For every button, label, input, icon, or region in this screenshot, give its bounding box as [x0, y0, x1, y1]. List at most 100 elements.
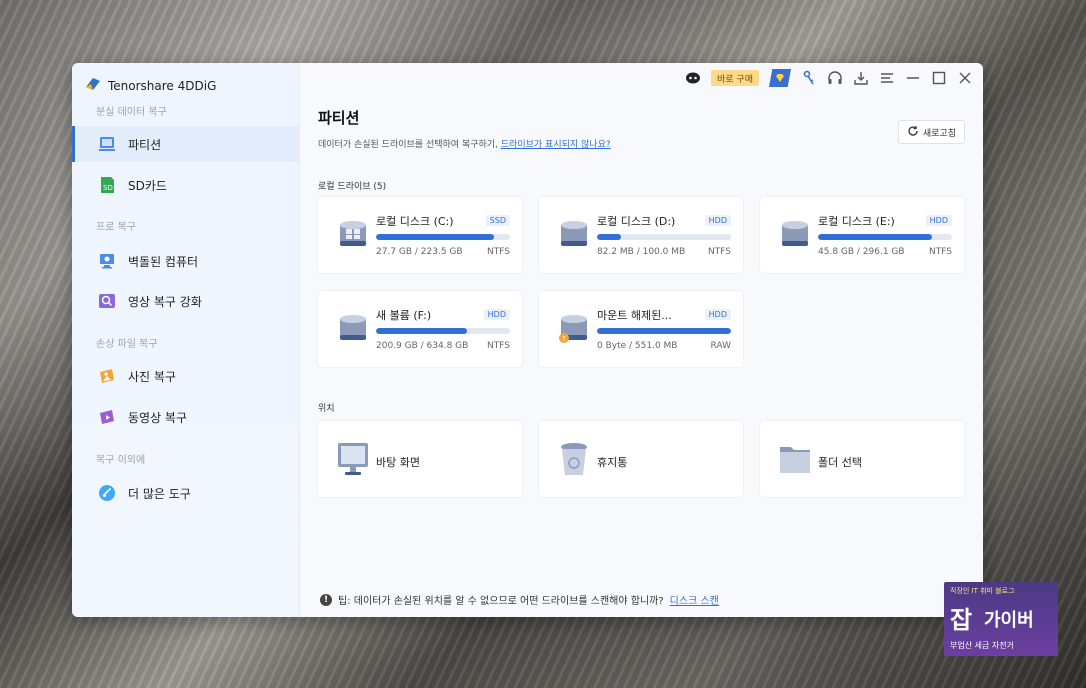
- drive-size: 45.8 GB / 296.1 GB: [818, 247, 905, 257]
- drive-usage-bar: [376, 234, 510, 240]
- section-label-pro: 프로 복구: [96, 222, 136, 233]
- watermark-big: 잡: [950, 606, 973, 634]
- hard-drive-icon: [336, 217, 370, 251]
- drive-name: 로컬 디스크 (C:): [376, 215, 454, 228]
- video-icon: [98, 408, 116, 426]
- drive-type-badge: HDD: [704, 215, 731, 226]
- drive-name: 마운트 해제된...: [597, 309, 672, 322]
- sidebar-item-label: 더 많은 도구: [128, 486, 191, 501]
- info-icon: !: [320, 593, 332, 606]
- drive-card-unmounted[interactable]: ? 마운트 해제된... HDD 0 Byte / 551.0 MB RAW: [539, 291, 743, 367]
- svg-text:SD: SD: [103, 184, 113, 192]
- hard-drive-icon: [336, 311, 370, 345]
- sidebar: Tenorshare 4DDiG 분실 데이터 복구 파티션 SD SD카드 프…: [72, 63, 300, 617]
- watermark-big2: 가이버: [984, 610, 1034, 631]
- sidebar-item-video-repair[interactable]: 영상 복구 강화: [72, 283, 299, 319]
- drive-usage-bar: [376, 328, 510, 334]
- sidebar-item-bricked-computer[interactable]: 벽돌된 컴퓨터: [72, 243, 299, 279]
- drive-usage-bar: [818, 234, 952, 240]
- drive-name: 새 볼륨 (F:): [376, 309, 432, 322]
- watermark-top: 직장인 IT 취미 블로그: [950, 587, 1015, 595]
- download-icon[interactable]: [853, 70, 869, 86]
- drive-card-c[interactable]: 로컬 디스크 (C:) SSD 27.7 GB / 223.5 GB NTFS: [318, 197, 522, 273]
- sd-card-icon: SD: [98, 176, 116, 194]
- hard-drive-icon: [557, 217, 591, 251]
- menu-icon[interactable]: [879, 70, 895, 86]
- sidebar-item-photo-repair[interactable]: 사진 복구: [72, 358, 299, 394]
- drive-card-e[interactable]: 로컬 디스크 (E:) HDD 45.8 GB / 296.1 GB NTFS: [760, 197, 964, 273]
- location-card-recycle-bin[interactable]: 휴지통: [539, 421, 743, 497]
- minimize-icon[interactable]: [905, 70, 921, 86]
- location-card-folder[interactable]: 폴더 선택: [760, 421, 964, 497]
- page-title: 파티션: [318, 109, 360, 127]
- sidebar-item-video-recovery[interactable]: 동영상 복구: [72, 399, 299, 435]
- drive-name: 로컬 디스크 (E:): [818, 215, 895, 228]
- partition-icon: [98, 135, 116, 153]
- app-title: Tenorshare 4DDiG: [108, 79, 217, 93]
- location-card-desktop[interactable]: 바탕 화면: [318, 421, 522, 497]
- drive-usage-bar: [597, 234, 731, 240]
- refresh-label: 새로고침: [922, 128, 956, 139]
- drive-name: 로컬 디스크 (D:): [597, 215, 676, 228]
- key-icon[interactable]: [801, 70, 817, 86]
- sidebar-item-partition[interactable]: 파티션: [72, 126, 299, 162]
- watermark-bottom: 부업산 세금 자전거: [950, 641, 1014, 650]
- title-bar: 바로 구매: [685, 69, 973, 87]
- disk-scan-link[interactable]: 디스크 스캔: [670, 592, 719, 607]
- desktop-icon: [336, 441, 370, 477]
- sidebar-item-sd-card[interactable]: SD SD카드: [72, 167, 299, 203]
- drive-fs: NTFS: [487, 341, 510, 351]
- brand: Tenorshare 4DDiG: [84, 75, 216, 97]
- drive-usage-fill: [818, 234, 932, 240]
- section-label-beyond: 복구 이외에: [96, 455, 146, 466]
- drive-size: 0 Byte / 551.0 MB: [597, 341, 678, 351]
- subtitle-text: 데이터가 손실된 드라이브를 선택하여 복구하기,: [318, 140, 501, 150]
- buy-now-label: 바로 구매: [717, 74, 753, 85]
- sidebar-item-label: 사진 복구: [128, 369, 176, 384]
- main-panel: 바로 구매 파티션 데이터가 손실된 드라이브를 선택하여 복구하기, 드라이브…: [300, 63, 983, 617]
- app-window: Tenorshare 4DDiG 분실 데이터 복구 파티션 SD SD카드 프…: [72, 63, 983, 617]
- drive-usage-bar: [597, 328, 731, 334]
- drive-fs: RAW: [710, 341, 731, 351]
- drive-card-f[interactable]: 새 볼륨 (F:) HDD 200.9 GB / 634.8 GB NTFS: [318, 291, 522, 367]
- folder-icon: [778, 441, 812, 477]
- drive-fs: NTFS: [929, 247, 952, 257]
- location-name: 휴지통: [597, 456, 628, 469]
- drive-type-badge: HDD: [704, 309, 731, 320]
- tip-bar: ! 팁: 데이터가 손실된 위치를 알 수 없으므로 어떤 드라이브를 스캔해야…: [320, 592, 719, 607]
- close-icon[interactable]: [957, 70, 973, 86]
- svg-text:?: ?: [562, 335, 566, 343]
- app-logo-icon: [84, 75, 102, 97]
- computer-icon: [98, 252, 116, 270]
- drive-usage-fill: [597, 234, 622, 240]
- tools-icon: [98, 484, 116, 502]
- tip-text: 팁: 데이터가 손실된 위치를 알 수 없으므로 어떤 드라이브를 스캔해야 합…: [338, 596, 664, 607]
- drive-usage-fill: [376, 328, 468, 334]
- headset-icon[interactable]: [827, 70, 843, 86]
- sidebar-item-label: 동영상 복구: [128, 410, 188, 425]
- drive-fs: NTFS: [708, 247, 731, 257]
- blog-watermark: 직장인 IT 취미 블로그 잡 가이버 부업산 세금 자전거: [944, 582, 1058, 656]
- drive-fs: NTFS: [487, 247, 510, 257]
- maximize-icon[interactable]: [931, 70, 947, 86]
- photo-icon: [98, 367, 116, 385]
- sidebar-item-label: 벽돌된 컴퓨터: [128, 254, 199, 269]
- video-repair-icon: [98, 292, 116, 310]
- drive-size: 200.9 GB / 634.8 GB: [376, 341, 469, 351]
- drive-type-badge: SSD: [485, 215, 510, 226]
- drive-type-badge: HDD: [925, 215, 952, 226]
- drive-not-shown-link[interactable]: 드라이브가 표시되지 않나요?: [501, 140, 611, 150]
- section-label-damaged: 손상 파일 복구: [96, 339, 158, 350]
- sidebar-item-label: SD카드: [128, 178, 167, 193]
- robot-icon[interactable]: [685, 70, 701, 86]
- drive-type-badge: HDD: [483, 309, 510, 320]
- sidebar-item-label: 파티션: [128, 137, 162, 152]
- section-label-lost-data: 분실 데이터 복구: [96, 107, 167, 118]
- sidebar-item-more-tools[interactable]: 더 많은 도구: [72, 475, 299, 511]
- gem-icon[interactable]: [769, 69, 791, 87]
- buy-now-button[interactable]: 바로 구매: [711, 70, 759, 86]
- refresh-button[interactable]: 새로고침: [897, 120, 965, 144]
- drive-size: 27.7 GB / 223.5 GB: [376, 247, 463, 257]
- drive-card-d[interactable]: 로컬 디스크 (D:) HDD 82.2 MB / 100.0 MB NTFS: [539, 197, 743, 273]
- hard-drive-icon: [778, 217, 812, 251]
